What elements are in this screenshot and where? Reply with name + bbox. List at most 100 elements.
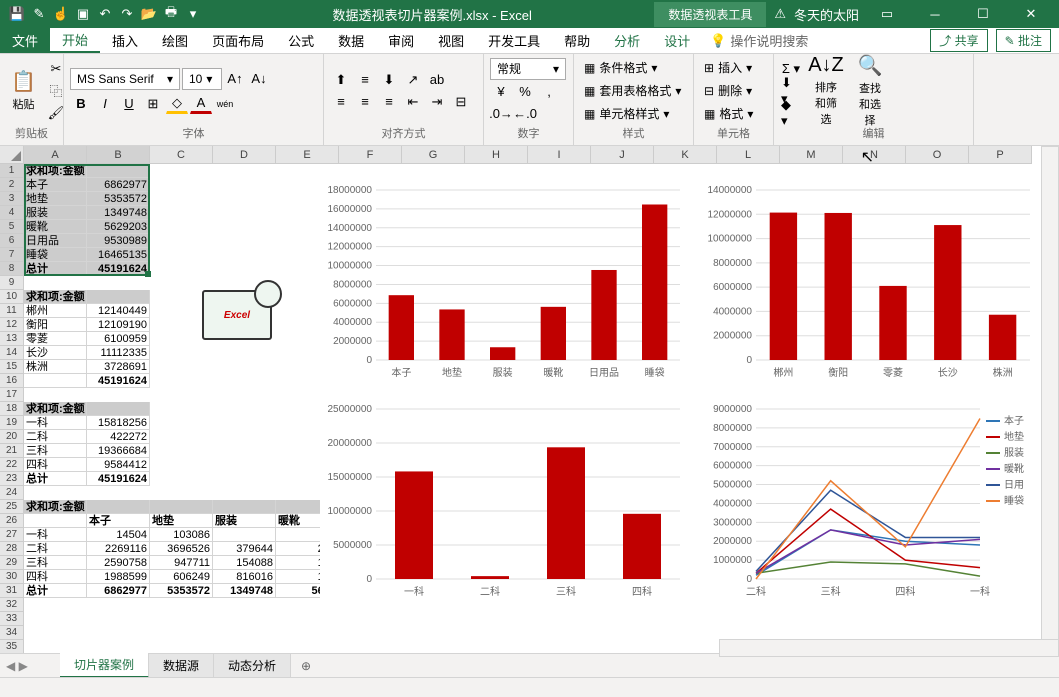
row-header[interactable]: 22 xyxy=(0,458,24,472)
row-header[interactable]: 6 xyxy=(0,234,24,248)
tell-me-search[interactable]: 💡 操作说明搜索 xyxy=(702,28,816,53)
row-header[interactable]: 23 xyxy=(0,472,24,486)
number-format-select[interactable]: 常规 ▾ xyxy=(490,58,566,80)
cell[interactable]: 6862977 xyxy=(87,178,150,192)
cell[interactable]: 二科 xyxy=(24,430,87,444)
tab-draw[interactable]: 绘图 xyxy=(150,28,200,53)
cell[interactable] xyxy=(87,164,150,178)
tab-data[interactable]: 数据 xyxy=(326,28,376,53)
row-header[interactable]: 14 xyxy=(0,346,24,360)
comma-button[interactable]: , xyxy=(538,82,560,102)
cell[interactable]: 12109190 xyxy=(87,318,150,332)
tab-view[interactable]: 视图 xyxy=(426,28,476,53)
row-header[interactable]: 18 xyxy=(0,402,24,416)
cell[interactable]: 5353572 xyxy=(150,584,213,598)
cell[interactable]: 19366684 xyxy=(87,444,150,458)
column-header[interactable]: H xyxy=(465,146,528,164)
cell[interactable]: 服装 xyxy=(24,206,87,220)
conditional-format-button[interactable]: ▦条件格式 ▾ xyxy=(580,57,685,78)
merge-button[interactable]: ⊟ xyxy=(450,92,472,112)
cell[interactable]: 12140449 xyxy=(87,304,150,318)
clear-button[interactable]: ◆ ▾ xyxy=(780,103,802,123)
column-header[interactable]: D xyxy=(213,146,276,164)
cell[interactable]: 总计 xyxy=(24,262,87,276)
cell[interactable]: 本子 xyxy=(24,178,87,192)
print-icon[interactable]: 🖶 xyxy=(162,5,180,23)
cell[interactable]: 本子 xyxy=(87,514,150,528)
cell[interactable]: 地垫 xyxy=(24,192,87,206)
cell[interactable]: 3696526 xyxy=(150,542,213,556)
cell[interactable]: 零菱 xyxy=(24,332,87,346)
border-button[interactable]: ⊞ xyxy=(142,94,164,114)
tab-developer[interactable]: 开发工具 xyxy=(476,28,552,53)
percent-button[interactable]: % xyxy=(514,82,536,102)
decrease-indent-button[interactable]: ⇤ xyxy=(402,92,424,112)
cell[interactable]: 三科 xyxy=(24,556,87,570)
tab-home[interactable]: 开始 xyxy=(50,28,100,53)
sheet-tab-2[interactable]: 数据源 xyxy=(149,654,214,677)
column-header[interactable]: G xyxy=(402,146,465,164)
cell[interactable]: 5629203 xyxy=(87,220,150,234)
row-header[interactable]: 33 xyxy=(0,612,24,626)
column-header[interactable]: O xyxy=(906,146,969,164)
insert-cells-button[interactable]: ⊞ 插入 ▾ xyxy=(700,57,757,78)
wrap-text-button[interactable]: ab xyxy=(426,70,448,90)
cell[interactable]: 379644 xyxy=(213,542,276,556)
cell[interactable]: 16465135 xyxy=(87,248,150,262)
column-header[interactable]: E xyxy=(276,146,339,164)
font-color-button[interactable]: A xyxy=(190,94,212,114)
new-icon[interactable]: ▣ xyxy=(74,5,92,23)
cell[interactable]: 二科 xyxy=(24,542,87,556)
chart-4[interactable]: 0100000020000003000000400000050000006000… xyxy=(700,399,1040,603)
row-header[interactable]: 26 xyxy=(0,514,24,528)
row-header[interactable]: 25 xyxy=(0,500,24,514)
row-header[interactable]: 28 xyxy=(0,542,24,556)
cell[interactable]: 郴州 xyxy=(24,304,87,318)
cell[interactable]: 6862977 xyxy=(87,584,150,598)
row-header[interactable]: 3 xyxy=(0,192,24,206)
comment-button[interactable]: ✎ 批注 xyxy=(996,29,1051,52)
find-select-button[interactable]: 🔍查找和选择 xyxy=(850,58,890,124)
chart-1[interactable]: 0200000040000006000000800000010000000120… xyxy=(320,180,690,384)
row-header[interactable]: 21 xyxy=(0,444,24,458)
sheet-tab-1[interactable]: 切片器案例 xyxy=(60,653,149,678)
cell[interactable]: 求和项:金额 xyxy=(24,164,87,178)
tab-design[interactable]: 设计 xyxy=(652,28,702,53)
column-header[interactable]: M xyxy=(780,146,843,164)
cell[interactable]: 一科 xyxy=(24,416,87,430)
embedded-image[interactable]: Excel xyxy=(202,290,272,340)
vertical-scrollbar[interactable] xyxy=(1041,146,1059,646)
row-header[interactable]: 30 xyxy=(0,570,24,584)
column-header[interactable]: J xyxy=(591,146,654,164)
cell[interactable]: 株洲 xyxy=(24,360,87,374)
font-name-select[interactable]: MS Sans Serif ▾ xyxy=(70,68,180,90)
horizontal-scrollbar[interactable] xyxy=(719,639,1059,657)
brush-icon[interactable]: ✎ xyxy=(30,5,48,23)
cell[interactable]: 45191624 xyxy=(87,472,150,486)
row-header[interactable]: 20 xyxy=(0,430,24,444)
sheet-tab-3[interactable]: 动态分析 xyxy=(214,654,291,677)
chart-3[interactable]: 0500000010000000150000002000000025000000… xyxy=(320,399,690,603)
row-header[interactable]: 4 xyxy=(0,206,24,220)
cell[interactable]: 947711 xyxy=(150,556,213,570)
column-headers[interactable]: ABCDEFGHIJKLMNOP xyxy=(24,146,1059,164)
cell[interactable] xyxy=(213,528,276,542)
increase-decimal-button[interactable]: .0→ xyxy=(490,104,512,124)
align-top-button[interactable]: ⬆ xyxy=(330,70,352,90)
column-header[interactable]: I xyxy=(528,146,591,164)
row-header[interactable]: 35 xyxy=(0,640,24,654)
row-header[interactable]: 29 xyxy=(0,556,24,570)
row-header[interactable]: 11 xyxy=(0,304,24,318)
close-button[interactable]: ✕ xyxy=(1011,0,1051,28)
row-header[interactable]: 16 xyxy=(0,374,24,388)
row-header[interactable]: 10 xyxy=(0,290,24,304)
cell[interactable] xyxy=(87,402,150,416)
cell[interactable]: 1349748 xyxy=(87,206,150,220)
cell[interactable]: 2269116 xyxy=(87,542,150,556)
cell[interactable]: 9530989 xyxy=(87,234,150,248)
tab-insert[interactable]: 插入 xyxy=(100,28,150,53)
cell[interactable]: 1349748 xyxy=(213,584,276,598)
column-header[interactable]: N xyxy=(843,146,906,164)
row-header[interactable]: 13 xyxy=(0,332,24,346)
font-size-select[interactable]: 10 ▾ xyxy=(182,68,222,90)
